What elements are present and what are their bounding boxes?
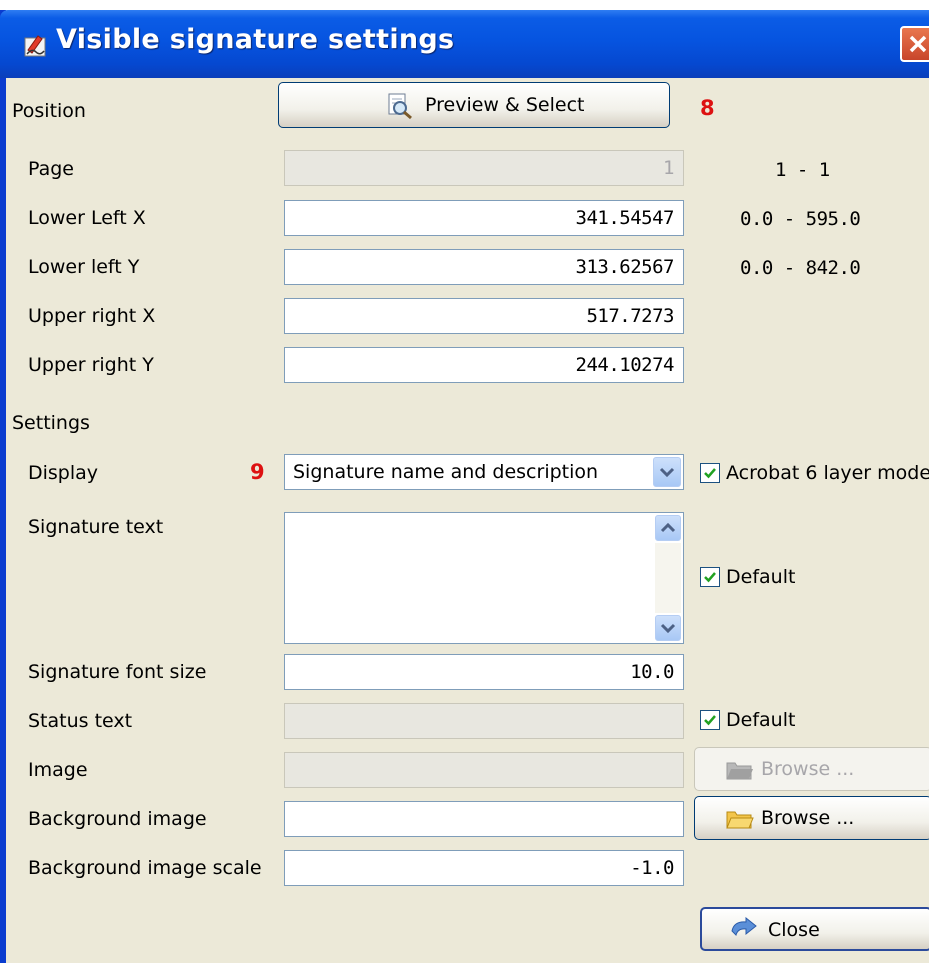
- page-label: Page: [28, 158, 74, 180]
- lower-left-x-label: Lower Left X: [28, 207, 146, 229]
- folder-icon: [725, 806, 755, 835]
- signature-default-label: Default: [726, 566, 796, 588]
- status-text-label: Status text: [28, 710, 133, 732]
- close-arrow-icon: [728, 916, 760, 948]
- background-image-input[interactable]: [284, 801, 684, 837]
- background-scale-label: Background image scale: [28, 857, 262, 879]
- scroll-up-button[interactable]: [655, 515, 681, 541]
- lower-left-y-label: Lower left Y: [28, 256, 140, 278]
- position-section-label: Position: [12, 100, 86, 122]
- preview-select-label: Preview & Select: [425, 94, 585, 116]
- upper-right-y-input[interactable]: 244.10274: [284, 347, 684, 383]
- status-default-checkbox[interactable]: [700, 710, 720, 730]
- lower-left-y-input[interactable]: 313.62567: [284, 249, 684, 285]
- checkmark-icon: [704, 715, 716, 726]
- upper-right-x-input[interactable]: 517.7273: [284, 298, 684, 334]
- status-text-field: [284, 703, 684, 739]
- settings-section-label: Settings: [12, 412, 90, 434]
- checkmark-icon: [704, 468, 716, 479]
- page-range: 1 - 1: [775, 159, 830, 181]
- preview-magnifier-icon: [385, 92, 413, 125]
- scroll-down-button[interactable]: [655, 615, 681, 641]
- image-label: Image: [28, 759, 88, 781]
- upper-right-x-label: Upper right X: [28, 305, 156, 327]
- lower-left-x-input[interactable]: 341.54547: [284, 200, 684, 236]
- font-size-input[interactable]: 10.0: [284, 654, 684, 690]
- background-image-label: Background image: [28, 808, 207, 830]
- title-bar: Visible signature settings: [0, 10, 929, 78]
- checkmark-icon: [704, 572, 716, 583]
- signature-text-label: Signature text: [28, 516, 164, 538]
- lower-left-y-range: 0.0 - 842.0: [740, 257, 861, 279]
- window-close-button[interactable]: [900, 26, 929, 62]
- close-button[interactable]: Close: [700, 907, 929, 951]
- chevron-down-icon: [659, 467, 675, 478]
- window-title: Visible signature settings: [56, 24, 455, 55]
- display-selected-value: Signature name and description: [293, 461, 599, 483]
- signature-settings-window: Visible signature settings Position Prev…: [0, 10, 929, 963]
- image-field: [284, 752, 684, 788]
- lower-left-x-range: 0.0 - 595.0: [740, 208, 861, 230]
- annotation-marker-8: 8: [700, 96, 715, 120]
- image-browse-button: Browse ...: [694, 747, 929, 791]
- acrobat-layer-label: Acrobat 6 layer mode: [726, 462, 929, 484]
- close-label: Close: [768, 919, 820, 941]
- folder-icon: [725, 757, 755, 786]
- chevron-down-icon: [660, 623, 676, 634]
- preview-select-button[interactable]: Preview & Select: [278, 82, 670, 128]
- font-size-label: Signature font size: [28, 661, 207, 683]
- background-browse-label: Browse ...: [761, 807, 855, 829]
- background-scale-input[interactable]: -1.0: [284, 850, 684, 886]
- display-label: Display: [28, 462, 99, 484]
- page-field: 1: [284, 150, 684, 186]
- acrobat-layer-checkbox[interactable]: [700, 463, 720, 483]
- status-default-label: Default: [726, 709, 796, 731]
- upper-right-y-label: Upper right Y: [28, 354, 154, 376]
- background-browse-button[interactable]: Browse ...: [694, 796, 929, 840]
- scroll-track[interactable]: [655, 543, 681, 613]
- signature-text-area[interactable]: [284, 512, 684, 644]
- display-select[interactable]: Signature name and description: [284, 454, 684, 490]
- chevron-up-icon: [660, 522, 676, 533]
- close-icon: [909, 35, 927, 53]
- dropdown-button[interactable]: [653, 457, 681, 487]
- signature-app-icon: [22, 30, 48, 58]
- signature-default-checkbox[interactable]: [700, 567, 720, 587]
- image-browse-label: Browse ...: [761, 758, 855, 780]
- annotation-marker-9: 9: [250, 460, 265, 484]
